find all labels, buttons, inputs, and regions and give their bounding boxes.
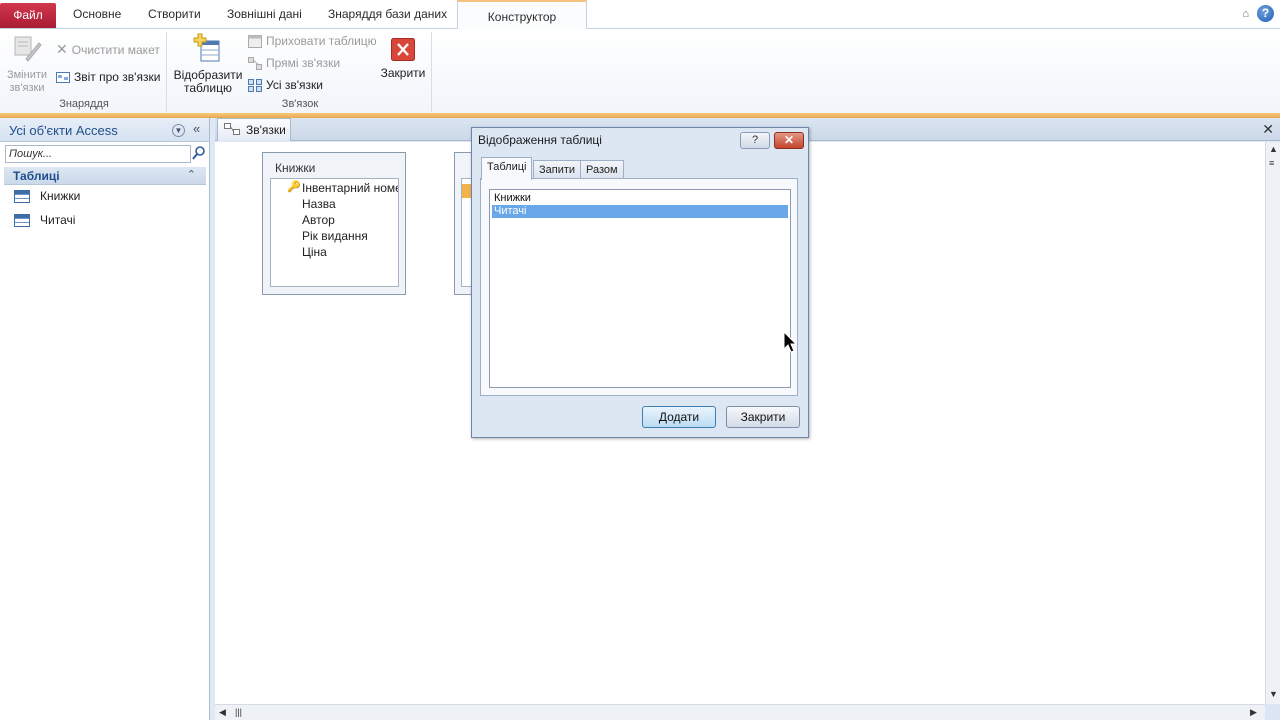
relationships-icon (224, 122, 240, 138)
dialog-tab-panel: Книжки Читачі (480, 178, 798, 396)
direct-relationships-label: Прямі зв'язки (266, 56, 341, 70)
ribbon: Змінити зв'язки ✕ Очистити макет Звіт пр… (0, 29, 1280, 116)
add-button[interactable]: Додати (642, 406, 716, 428)
field-row[interactable]: Рік видання (302, 229, 368, 243)
table-icon (14, 213, 30, 227)
field-list-books[interactable]: Книжки 🔑 Інвентарний номе Назва Автор Рі… (262, 152, 406, 295)
field-list-title: Книжки (275, 161, 316, 175)
chevron-up-icon[interactable]: ⌃ (187, 168, 196, 181)
nav-header: Усі об'єкти Access ▼ « (0, 118, 209, 142)
show-table-icon (193, 31, 223, 65)
hide-table-label: Приховати таблицю (266, 34, 377, 48)
tab-home[interactable]: Основне (73, 7, 121, 25)
scroll-up-icon[interactable]: ▲ (1269, 144, 1278, 154)
nav-section-tables[interactable]: Таблиці ⌃ (4, 167, 206, 185)
show-table-button[interactable]: Відобразити таблицю (173, 31, 243, 95)
tab-file[interactable]: Файл (0, 3, 56, 28)
tab-database-tools[interactable]: Знаряддя бази даних (328, 7, 447, 25)
tab-external-data[interactable]: Зовнішні дані (227, 7, 302, 25)
tab-design[interactable]: Конструктор (457, 0, 587, 30)
close-document-icon[interactable]: ✕ (1262, 121, 1274, 138)
show-table-dialog: Відображення таблиці ? ✕ Таблиці Запити … (471, 127, 809, 438)
dialog-help-button[interactable]: ? (740, 132, 770, 149)
close-x-icon (391, 38, 415, 61)
nav-search-input[interactable]: Пошук... (5, 145, 191, 163)
edit-relationships-label: Змінити зв'язки (6, 69, 48, 94)
field-list-body: 🔑 Інвентарний номе Назва Автор Рік видан… (270, 178, 399, 287)
dialog-tab-both[interactable]: Разом (580, 160, 624, 179)
all-relationships-label: Усі зв'язки (266, 78, 323, 92)
scroll-right-icon[interactable]: ▶ (1250, 707, 1257, 718)
horizontal-scrollbar[interactable]: ◀ ||| ▶ (215, 704, 1265, 720)
field-row[interactable]: Автор (302, 213, 335, 227)
search-icon[interactable] (192, 145, 206, 161)
field-row[interactable]: Інвентарний номе (302, 181, 398, 195)
direct-relationships-icon (248, 56, 262, 70)
field-row[interactable]: Ціна (302, 245, 327, 259)
key-icon: 🔑 (287, 181, 301, 193)
scroll-thumb-icon[interactable]: ||| (235, 707, 242, 717)
close-label: Закрити (380, 66, 426, 80)
dialog-title: Відображення таблиці (478, 133, 602, 147)
scroll-left-icon[interactable]: ◀ (219, 707, 226, 718)
navigation-pane: Усі об'єкти Access ▼ « Пошук... Таблиці … (0, 118, 210, 720)
nav-section-label: Таблиці (13, 169, 60, 183)
report-icon (56, 71, 70, 84)
group-separator (431, 32, 432, 112)
tab-create[interactable]: Створити (148, 7, 201, 25)
close-relationships-button[interactable]: Закрити (378, 38, 428, 80)
group-label-relationships: Зв'язок (281, 98, 319, 110)
nav-title[interactable]: Усі об'єкти Access (9, 123, 118, 138)
nav-item-label: Книжки (40, 189, 81, 203)
clear-layout-button[interactable]: ✕ Очистити макет (56, 41, 160, 58)
hide-table-icon (248, 34, 262, 48)
help-icon[interactable]: ? (1257, 5, 1274, 22)
table-icon (14, 189, 30, 203)
scroll-thumb-icon[interactable]: ≡ (1269, 158, 1274, 168)
relationship-report-button[interactable]: Звіт про зв'язки (56, 70, 160, 84)
hide-table-button[interactable]: Приховати таблицю (248, 34, 377, 48)
all-relationships-button[interactable]: Усі зв'язки (248, 78, 323, 92)
dialog-close-button[interactable]: Закрити (726, 406, 800, 428)
list-item[interactable]: Книжки (492, 192, 788, 205)
group-separator (166, 32, 167, 112)
clear-layout-label: Очистити макет (71, 42, 160, 57)
edit-relationships-icon (12, 31, 42, 65)
minimize-ribbon-icon[interactable]: ⌂ (1242, 8, 1249, 20)
table-list[interactable]: Книжки Читачі (489, 189, 791, 388)
nav-item-books[interactable]: Книжки (14, 187, 80, 205)
dialog-close-icon[interactable]: ✕ (774, 132, 804, 149)
clear-icon: ✕ (56, 41, 68, 57)
dialog-tab-queries[interactable]: Запити (533, 160, 582, 179)
ribbon-tab-bar: Файл Основне Створити Зовнішні дані Знар… (0, 0, 1280, 30)
dialog-tab-tables[interactable]: Таблиці (481, 157, 533, 180)
nav-item-label: Читачі (40, 213, 76, 227)
scroll-down-icon[interactable]: ▼ (1269, 689, 1278, 699)
collapse-pane-icon[interactable]: « (193, 121, 200, 136)
field-row[interactable]: Назва (302, 197, 336, 211)
document-tab-label: Зв'язки (246, 123, 286, 137)
show-table-label: Відобразити таблицю (173, 68, 243, 95)
all-relationships-icon (248, 78, 262, 92)
edit-relationships-button[interactable]: Змінити зв'язки (4, 31, 50, 95)
vertical-scrollbar[interactable]: ▲ ≡ ▼ (1265, 142, 1280, 704)
group-label-tools: Знаряддя (59, 98, 109, 110)
relationship-report-label: Звіт про зв'язки (74, 70, 161, 84)
mouse-cursor-icon (783, 330, 798, 356)
nav-item-readers[interactable]: Читачі (14, 211, 75, 229)
direct-relationships-button[interactable]: Прямі зв'язки (248, 56, 340, 70)
document-tab-relationships[interactable]: Зв'язки (217, 118, 291, 141)
chevron-down-icon[interactable]: ▼ (172, 124, 185, 137)
list-item-selected[interactable]: Читачі (492, 205, 788, 218)
